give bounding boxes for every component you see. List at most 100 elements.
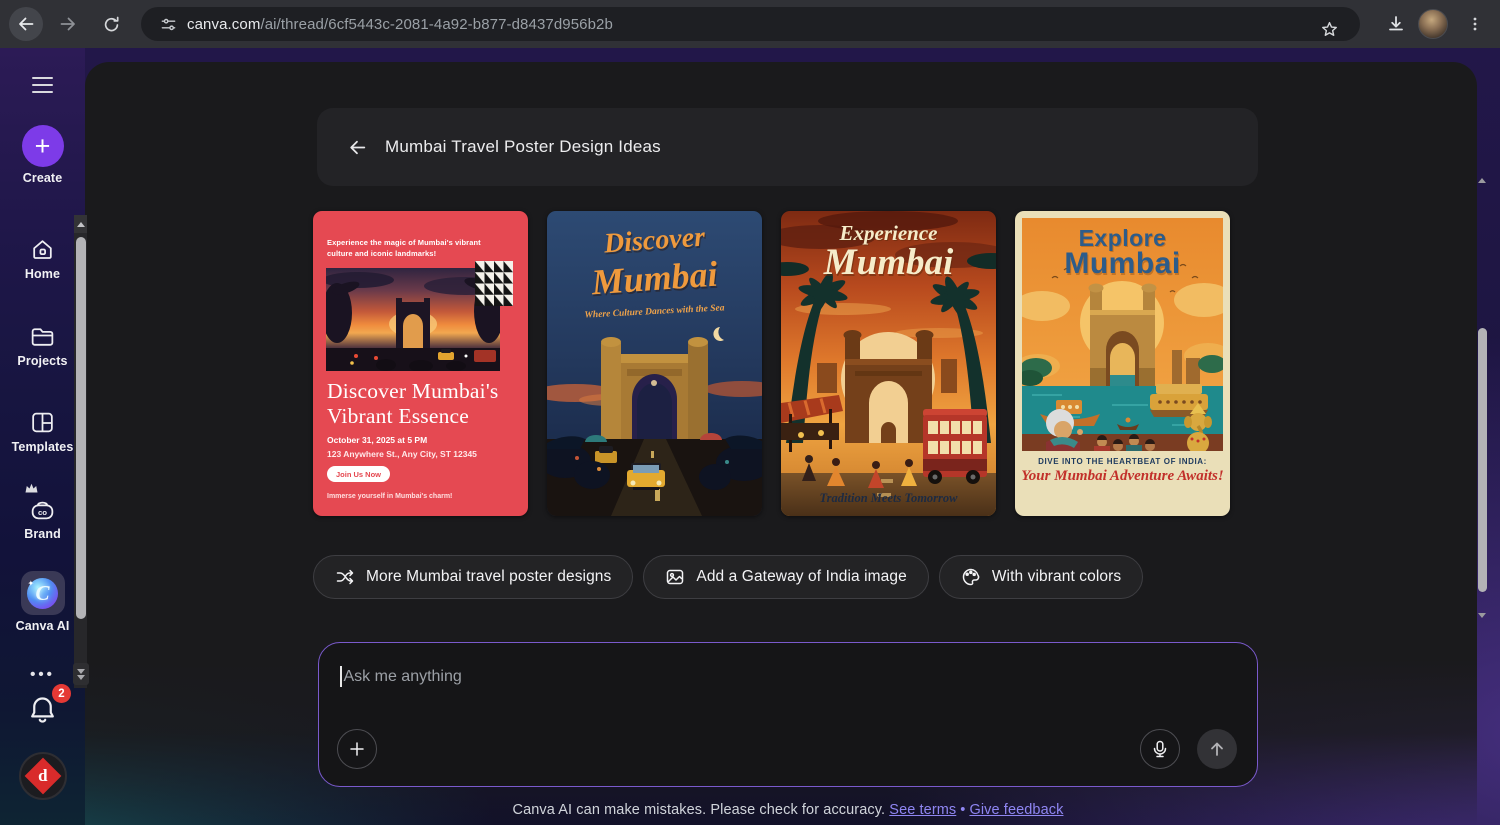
poster1-footnote: Immerse yourself in Mumbai's charm! [327,493,452,500]
home-icon [29,236,56,263]
image-icon [665,567,685,587]
browser-reload-button[interactable] [94,7,128,41]
brand-icon: co [29,496,56,523]
home-label: Home [25,267,60,281]
chip-vibrant-colors[interactable]: With vibrant colors [939,555,1143,599]
url-path: /ai/thread/6cf5443c-2081-4a92-b877-d8437… [260,16,612,33]
bookmark-star-button[interactable] [1312,12,1346,46]
projects-label: Projects [17,354,67,368]
scroll-up-button[interactable] [74,215,87,233]
disclaimer-footer: Canva AI can make mistakes. Please check… [318,802,1258,818]
star-icon [1320,20,1339,39]
text-caret [340,666,342,687]
chip-add-image[interactable]: Add a Gateway of India image [643,555,928,599]
composer-placeholder-row: Ask me anything [340,666,462,687]
poster-card-1[interactable]: Experience the magic of Mumbai's vibrant… [313,211,528,516]
prompt-composer[interactable]: Ask me anything [318,642,1258,787]
sidebar-item-create[interactable]: + Create [0,125,85,185]
main-panel: Mumbai Travel Poster Design Ideas Experi… [85,62,1477,825]
back-arrow-icon [16,14,36,34]
poster-card-3[interactable]: Experience Mumbai Tradition Meets Tomorr… [781,211,996,516]
poster-card-2[interactable]: Discover Mumbai Where Culture Dances wit… [547,211,762,516]
avatar-diamond: d [24,758,61,795]
scrollbar-thumb[interactable] [1478,328,1487,592]
disclaimer-text: Canva AI can make mistakes. Please check… [513,802,886,818]
reload-icon [102,15,121,34]
chip-more-designs[interactable]: More Mumbai travel poster designs [313,555,633,599]
left-scrollbar[interactable] [74,215,87,688]
sidebar-item-templates[interactable]: Templates [0,409,85,454]
poster1-title: Discover Mumbai's Vibrant Essence [327,379,498,429]
site-settings-icon[interactable] [153,12,183,36]
thread-title: Mumbai Travel Poster Design Ideas [385,137,661,157]
sparkle-icon: ✦ [28,579,35,588]
chip-label: Add a Gateway of India image [696,568,906,586]
poster-card-4[interactable]: Explore Mumbai DIVE INTO THE HEARTBEAT O… [1015,211,1230,516]
chip-label: With vibrant colors [992,568,1121,586]
user-avatar-button[interactable]: d [0,752,85,800]
poster3-bottom-tagline: Tradition Meets Tomorrow [781,491,996,506]
right-scrollbar[interactable] [1477,168,1488,638]
avatar-letter: d [38,766,47,786]
send-arrow-icon [1207,739,1227,759]
kebab-menu-icon [1467,16,1483,32]
poster1-triangle-pattern [475,261,513,306]
notifications-button[interactable]: 2 [0,693,85,726]
suggestion-chips: More Mumbai travel poster designs Add a … [313,555,1143,599]
poster1-address: 123 Anywhere St., Any City, ST 12345 [327,449,477,459]
notification-badge: 2 [52,684,71,703]
downloads-button[interactable] [1379,7,1413,41]
poster1-tagline: Experience the magic of Mumbai's vibrant… [327,237,495,260]
url-domain: canva.com [187,16,260,33]
footer-separator: • [960,802,965,818]
browser-toolbar: canva.com/ai/thread/6cf5443c-2081-4a92-b… [0,0,1500,48]
back-arrow-icon [347,137,368,158]
poster4-subtitle-caps: DIVE INTO THE HEARTBEAT OF INDIA: [1015,457,1230,466]
browser-back-button[interactable] [9,7,43,41]
chip-label: More Mumbai travel poster designs [366,568,611,586]
brand-label: Brand [24,527,61,541]
poster4-title-line2: Mumbai [1015,247,1230,281]
thread-header: Mumbai Travel Poster Design Ideas [317,108,1258,186]
poster3-title-line2: Mumbai [781,241,996,284]
attach-button[interactable] [337,729,377,769]
poster-results: Experience the magic of Mumbai's vibrant… [313,211,1230,516]
pro-crown-icon [24,482,39,494]
menu-hamburger-button[interactable] [32,77,53,93]
canva-app: Mumbai Travel Poster Design Ideas Experi… [0,48,1500,825]
browser-profile-avatar[interactable] [1418,9,1448,39]
sidebar-item-projects[interactable]: Projects [0,323,85,368]
poster1-title-line1: Discover Mumbai's [327,379,498,404]
composer-placeholder: Ask me anything [344,668,462,686]
scroll-down-button[interactable] [1478,612,1486,618]
sidebar-item-home[interactable]: Home [0,236,85,281]
thread-back-button[interactable] [339,129,375,165]
templates-icon [29,409,56,436]
give-feedback-link[interactable]: Give feedback [969,802,1063,818]
download-icon [1386,14,1406,34]
canva-ai-label: Canva AI [16,619,70,633]
canva-ai-letter: C [35,581,49,606]
voice-input-button[interactable] [1140,729,1180,769]
url-text: canva.com/ai/thread/6cf5443c-2081-4a92-b… [187,16,613,33]
see-terms-link[interactable]: See terms [889,802,956,818]
sidebar-item-brand[interactable]: co Brand [0,496,85,541]
folder-icon [29,323,56,350]
scroll-down-button[interactable] [73,663,89,685]
brand-icon-text: co [38,508,47,517]
scrollbar-thumb[interactable] [76,237,86,619]
send-button[interactable] [1197,729,1237,769]
poster1-datetime: October 31, 2025 at 5 PM [327,435,427,445]
poster1-cta-button: Join Us Now [327,466,390,482]
canva-ai-icon: ✦ C [21,571,65,615]
scroll-up-button[interactable] [1478,178,1486,183]
templates-label: Templates [12,440,74,454]
poster1-gateway-photo [326,268,500,371]
poster1-title-line2: Vibrant Essence [327,404,498,429]
browser-forward-button[interactable] [51,7,85,41]
sidebar-item-canva-ai[interactable]: ✦ C Canva AI [0,571,85,633]
address-bar[interactable]: canva.com/ai/thread/6cf5443c-2081-4a92-b… [141,7,1360,41]
app-sidebar: + Create Home Projects Templates [0,48,85,825]
create-label: Create [23,171,63,185]
browser-menu-button[interactable] [1458,7,1492,41]
